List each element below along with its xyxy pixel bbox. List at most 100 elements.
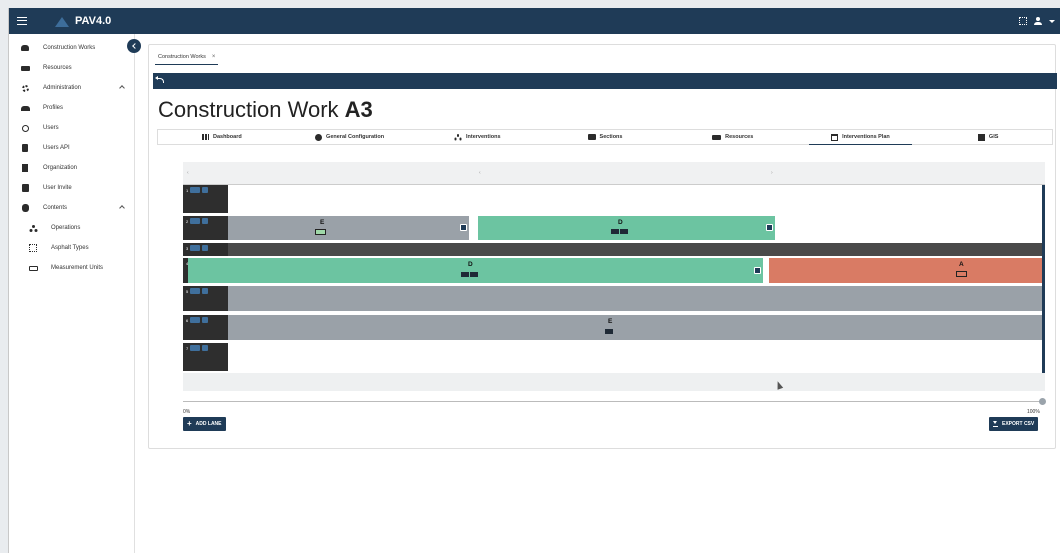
sidebar-item-label: Measurement Units <box>51 265 104 271</box>
sidebar-item-label: Users <box>43 125 59 131</box>
app-logo[interactable]: PAV4.0 <box>55 15 111 27</box>
tab-resources[interactable]: Resources <box>669 130 797 144</box>
lane: 2 E D <box>183 216 1043 240</box>
menu-button[interactable] <box>11 8 33 34</box>
sidebar-item-measurement-units[interactable]: Measurement Units <box>9 258 134 278</box>
slider-handle[interactable] <box>1039 398 1046 405</box>
operations-icon <box>29 224 37 232</box>
lane-action-button[interactable] <box>190 345 201 351</box>
chevron-up-icon <box>119 205 125 211</box>
lane-number: 1 <box>186 187 189 193</box>
lane-number: 7 <box>186 345 189 351</box>
lane-controls: 6 <box>183 315 228 340</box>
sidebar-item-label: Construction Works <box>43 45 96 51</box>
lane-controls: 2 <box>183 216 228 240</box>
operations-icon <box>454 134 462 140</box>
breadcrumb-tab[interactable]: Construction Works × <box>155 49 219 65</box>
tab-label: Dashboard <box>212 134 242 140</box>
collapse-sidebar-button[interactable] <box>127 39 141 53</box>
lane-number: 2 <box>186 218 189 224</box>
lane-action-button[interactable] <box>190 245 201 251</box>
sidebar-item-users-api[interactable]: Users API <box>9 138 134 158</box>
top-bar: PAV4.0 <box>9 8 1060 34</box>
sidebar-item-administration[interactable]: Administration <box>9 78 134 98</box>
tab-label: Sections <box>599 134 623 140</box>
lane-delete-button[interactable] <box>202 245 209 251</box>
lane-action-button[interactable] <box>190 288 201 294</box>
page-title: Construction Work A3 <box>158 97 373 123</box>
bar-label: E <box>608 318 613 325</box>
sidebar-item-label: Asphalt Types <box>51 245 89 251</box>
sidebar-item-construction-works[interactable]: Construction Works <box>9 38 134 58</box>
tab-label: Resources <box>725 134 754 140</box>
hamburger-icon <box>17 17 27 25</box>
chevron-left-icon <box>132 43 138 49</box>
undo-icon[interactable] <box>155 75 164 83</box>
back-bar <box>153 73 1057 89</box>
lane-action-button[interactable] <box>190 317 201 323</box>
lane: 3 <box>183 243 1043 256</box>
truck-icon <box>712 134 722 140</box>
page-title-code: A3 <box>344 97 373 122</box>
intervention-bar[interactable]: A <box>769 258 1043 283</box>
sidebar-item-label: Operations <box>51 225 81 231</box>
tab-gis[interactable]: GIS <box>924 130 1052 144</box>
intervention-bar[interactable]: D <box>478 216 775 240</box>
bar-edit-button[interactable] <box>754 267 761 274</box>
sidebar-item-users[interactable]: Users <box>9 118 134 138</box>
sidebar-item-operations[interactable]: Operations <box>9 218 134 238</box>
group-icon <box>20 105 30 111</box>
user-circle-icon <box>21 124 29 132</box>
account-icon[interactable] <box>1034 17 1042 25</box>
lane-delete-button[interactable] <box>202 317 209 323</box>
plan-timeline-header: ‹ ‹ › <box>183 162 1045 184</box>
sidebar-item-label: Users API <box>43 145 70 151</box>
export-csv-button[interactable]: EXPORT CSV <box>989 417 1039 431</box>
sidebar-item-label: Contents <box>43 205 68 211</box>
intervention-bar[interactable]: E <box>228 216 469 240</box>
bar-edit-button[interactable] <box>460 224 467 231</box>
lane-action-button[interactable] <box>190 218 201 224</box>
sidebar-item-profiles[interactable]: Profiles <box>9 98 134 118</box>
add-lane-button[interactable]: + ADD LANE <box>183 417 226 431</box>
timeline-marker[interactable]: › <box>771 170 773 176</box>
intervention-bar[interactable]: E <box>228 315 1043 340</box>
tab-dashboard[interactable]: Dashboard <box>158 130 286 144</box>
tab-sections[interactable]: Sections <box>541 130 669 144</box>
lane: 6 E <box>183 315 1043 340</box>
close-tab-icon[interactable]: × <box>212 54 216 60</box>
sidebar-item-user-invite[interactable]: User Invite <box>9 178 134 198</box>
logo-icon <box>55 15 69 27</box>
tab-general-configuration[interactable]: General Configuration <box>286 130 414 144</box>
lane-action-button[interactable] <box>190 187 201 193</box>
bar-edit-button[interactable] <box>766 224 773 231</box>
lane: 5 <box>183 286 1043 311</box>
lane-delete-button[interactable] <box>202 187 209 193</box>
bar-label: D <box>468 261 473 268</box>
sidebar-item-resources[interactable]: Resources <box>9 58 134 78</box>
sidebar-item-contents[interactable]: Contents <box>9 198 134 218</box>
lane-delete-button[interactable] <box>202 288 209 294</box>
progress-slider[interactable] <box>183 398 1046 405</box>
fullscreen-icon[interactable] <box>1019 17 1027 25</box>
tab-label: Interventions <box>466 134 501 140</box>
sidebar-item-organization[interactable]: Organization <box>9 158 134 178</box>
tab-interventions-plan[interactable]: Interventions Plan <box>797 130 925 145</box>
sidebar-item-asphalt-types[interactable]: Asphalt Types <box>9 238 134 258</box>
plan-footer <box>183 373 1045 391</box>
grid-icon <box>29 244 37 252</box>
interventions-plan: ‹ ‹ › 1 2 E D 3 D A 5 6 E 7 0% 100% + AD… <box>157 153 1053 431</box>
lane-number: 5 <box>186 288 189 294</box>
lane-delete-button[interactable] <box>202 218 209 224</box>
lane-controls: 3 <box>183 243 228 256</box>
timeline-marker[interactable]: ‹ <box>479 170 481 176</box>
tab-interventions[interactable]: Interventions <box>413 130 541 144</box>
lane-delete-button[interactable] <box>202 345 209 351</box>
bar-label: A <box>959 261 964 268</box>
intervention-bar[interactable]: D <box>188 258 763 283</box>
info-icon <box>315 133 323 141</box>
timeline-marker[interactable]: ‹ <box>187 170 189 176</box>
sidebar-item-label: Profiles <box>43 105 64 111</box>
slider-max-label: 100% <box>1027 409 1040 415</box>
chevron-down-icon[interactable] <box>1049 19 1055 23</box>
